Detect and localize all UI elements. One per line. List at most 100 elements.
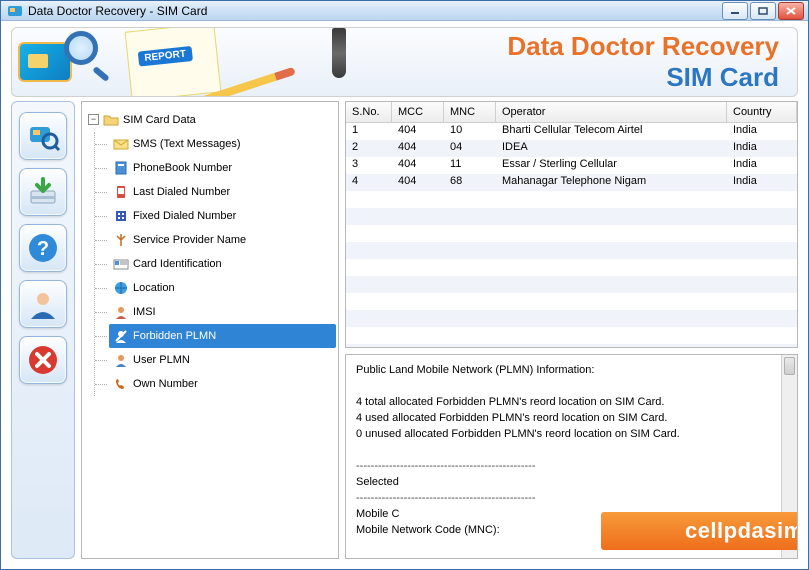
banner: REPORT Data Doctor Recovery SIM Card bbox=[11, 27, 798, 97]
tree-root-node[interactable]: − SIM Card Data bbox=[84, 108, 336, 132]
table-row-empty bbox=[346, 259, 797, 276]
grid-header-country[interactable]: Country bbox=[727, 102, 797, 123]
folder-icon bbox=[103, 112, 119, 128]
toolbar: ? bbox=[11, 101, 75, 559]
scan-button[interactable] bbox=[19, 112, 67, 160]
cell-country: India bbox=[727, 157, 797, 174]
collapse-icon[interactable]: − bbox=[88, 114, 99, 125]
detail-panel[interactable]: Public Land Mobile Network (PLMN) Inform… bbox=[345, 354, 798, 559]
detail-line-unused: 0 unused allocated Forbidden PLMN's reor… bbox=[356, 427, 787, 443]
table-row-empty bbox=[346, 208, 797, 225]
pen-icon bbox=[292, 28, 402, 78]
help-button[interactable]: ? bbox=[19, 224, 67, 272]
tree-panel[interactable]: − SIM Card Data SMS (Text Messages) Phone… bbox=[81, 101, 339, 559]
table-row[interactable]: 440468Mahanagar Telephone NigamIndia bbox=[346, 174, 797, 191]
tree-item-imsi[interactable]: IMSI bbox=[109, 300, 336, 324]
detail-separator-2: ----------------------------------------… bbox=[356, 491, 787, 507]
tree-item-label: SMS (Text Messages) bbox=[133, 138, 241, 150]
maximize-button[interactable] bbox=[750, 2, 776, 20]
cell-sno: 1 bbox=[346, 123, 392, 140]
tree-item-label: Fixed Dialed Number bbox=[133, 210, 236, 222]
cell-mcc: 404 bbox=[392, 157, 444, 174]
tree-item-label: Location bbox=[133, 282, 175, 294]
table-row[interactable]: 340411Essar / Sterling CellularIndia bbox=[346, 157, 797, 174]
cell-mcc: 404 bbox=[392, 174, 444, 191]
tree-item-envelope[interactable]: SMS (Text Messages) bbox=[109, 132, 336, 156]
report-note-icon: REPORT bbox=[125, 27, 222, 97]
envelope-icon bbox=[113, 136, 129, 152]
cell-sno: 4 bbox=[346, 174, 392, 191]
titlebar[interactable]: Data Doctor Recovery - SIM Card bbox=[1, 1, 808, 21]
magnifier-icon bbox=[64, 31, 108, 75]
app-icon bbox=[7, 3, 23, 19]
fixed-dialed-icon bbox=[113, 208, 129, 224]
window-button-group bbox=[722, 2, 804, 20]
tree-item-antenna[interactable]: Service Provider Name bbox=[109, 228, 336, 252]
grid-header-row: S.No. MCC MNC Operator Country bbox=[346, 102, 797, 123]
table-row[interactable]: 240404IDEAIndia bbox=[346, 140, 797, 157]
table-row-empty bbox=[346, 293, 797, 310]
cell-mcc: 404 bbox=[392, 123, 444, 140]
table-row-empty bbox=[346, 327, 797, 344]
tree-item-label: Service Provider Name bbox=[133, 234, 246, 246]
cell-country: India bbox=[727, 123, 797, 140]
detail-line-used: 4 used allocated Forbidden PLMN's reord … bbox=[356, 411, 787, 427]
cell-operator: Essar / Sterling Cellular bbox=[496, 157, 727, 174]
grid-header-mnc[interactable]: MNC bbox=[444, 102, 496, 123]
user-button[interactable] bbox=[19, 280, 67, 328]
tree-item-fixed-dialed[interactable]: Fixed Dialed Number bbox=[109, 204, 336, 228]
detail-heading: Public Land Mobile Network (PLMN) Inform… bbox=[356, 363, 787, 379]
detail-separator: ----------------------------------------… bbox=[356, 459, 787, 475]
tree-item-label: PhoneBook Number bbox=[133, 162, 232, 174]
own-number-icon bbox=[113, 376, 129, 392]
table-row[interactable]: 140410Bharti Cellular Telecom AirtelIndi… bbox=[346, 123, 797, 140]
last-dialed-icon bbox=[113, 184, 129, 200]
tree-item-user-plmn[interactable]: User PLMN bbox=[109, 348, 336, 372]
close-button[interactable] bbox=[778, 2, 804, 20]
phonebook-icon bbox=[113, 160, 129, 176]
minimize-button[interactable] bbox=[722, 2, 748, 20]
detail-selected-label: Selected bbox=[356, 475, 787, 491]
grid-header-mcc[interactable]: MCC bbox=[392, 102, 444, 123]
grid-header-operator[interactable]: Operator bbox=[496, 102, 727, 123]
cell-mnc: 68 bbox=[444, 174, 496, 191]
tree-item-own-number[interactable]: Own Number bbox=[109, 372, 336, 396]
tree-item-label: IMSI bbox=[133, 306, 156, 318]
globe-icon bbox=[113, 280, 129, 296]
cell-operator: Mahanagar Telephone Nigam bbox=[496, 174, 727, 191]
scrollbar-thumb[interactable] bbox=[784, 357, 795, 375]
cell-country: India bbox=[727, 140, 797, 157]
data-grid[interactable]: S.No. MCC MNC Operator Country 140410Bha… bbox=[345, 101, 798, 348]
cell-sno: 2 bbox=[346, 140, 392, 157]
watermark-overlay: cellpdasim.com bbox=[601, 512, 798, 550]
tree-item-label: Card Identification bbox=[133, 258, 222, 270]
save-button[interactable] bbox=[19, 168, 67, 216]
tree-item-label: Last Dialed Number bbox=[133, 186, 230, 198]
tree-item-globe[interactable]: Location bbox=[109, 276, 336, 300]
tree-item-last-dialed[interactable]: Last Dialed Number bbox=[109, 180, 336, 204]
cell-sno: 3 bbox=[346, 157, 392, 174]
imsi-icon bbox=[113, 304, 129, 320]
forbidden-icon bbox=[113, 328, 129, 344]
table-row-empty bbox=[346, 276, 797, 293]
report-stamp-text: REPORT bbox=[138, 46, 193, 67]
cell-mnc: 10 bbox=[444, 123, 496, 140]
table-row-empty bbox=[346, 191, 797, 208]
exit-button[interactable] bbox=[19, 336, 67, 384]
table-row-empty bbox=[346, 225, 797, 242]
table-row-empty bbox=[346, 242, 797, 259]
table-row-empty bbox=[346, 310, 797, 327]
tree-root-label: SIM Card Data bbox=[123, 114, 196, 126]
cell-mnc: 11 bbox=[444, 157, 496, 174]
tree-item-phonebook[interactable]: PhoneBook Number bbox=[109, 156, 336, 180]
user-plmn-icon bbox=[113, 352, 129, 368]
tree-item-label: Forbidden PLMN bbox=[133, 330, 216, 342]
window-title: Data Doctor Recovery - SIM Card bbox=[28, 4, 207, 18]
svg-text:?: ? bbox=[37, 238, 49, 260]
table-row-empty bbox=[346, 344, 797, 347]
grid-header-sno[interactable]: S.No. bbox=[346, 102, 392, 123]
tree-item-id-card[interactable]: Card Identification bbox=[109, 252, 336, 276]
tree-item-label: User PLMN bbox=[133, 354, 190, 366]
banner-title-2: SIM Card bbox=[507, 62, 779, 93]
tree-item-forbidden[interactable]: Forbidden PLMN bbox=[109, 324, 336, 348]
